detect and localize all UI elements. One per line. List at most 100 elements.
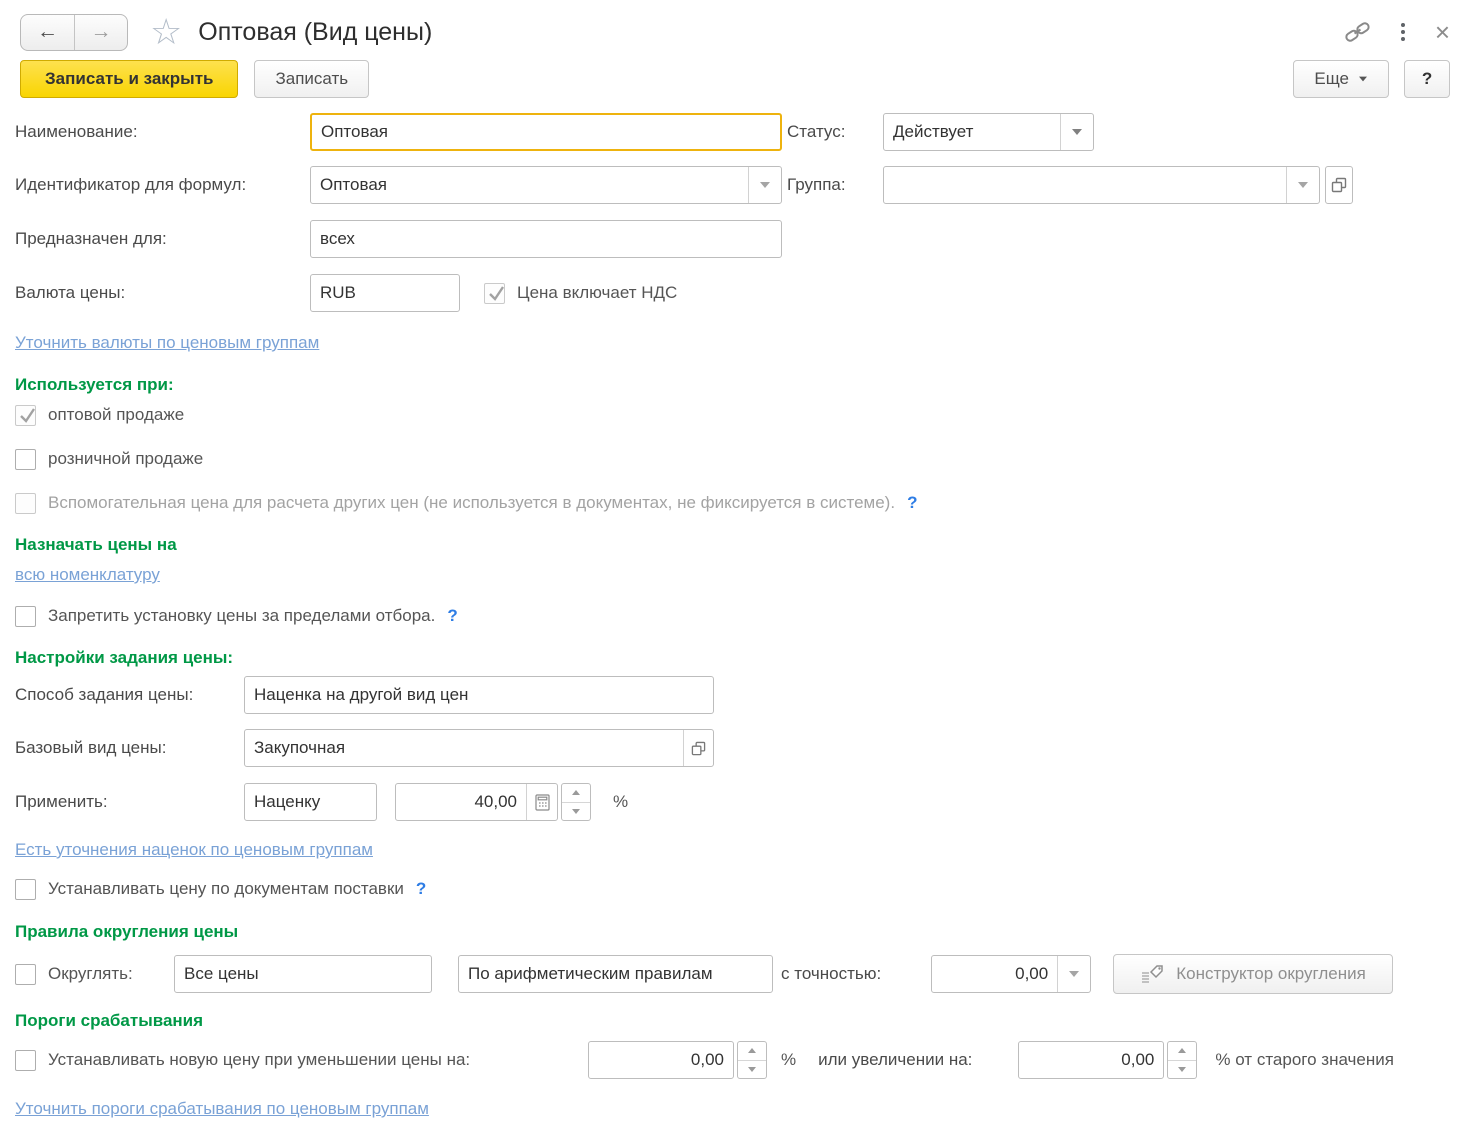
increase-unit: % от старого значения bbox=[1215, 1050, 1394, 1070]
forward-icon[interactable]: → bbox=[74, 15, 127, 50]
precision-input[interactable] bbox=[932, 956, 1057, 992]
clarify-thresholds-link[interactable]: Уточнить пороги срабатывания по ценовым … bbox=[15, 1099, 429, 1119]
stepper-down-icon[interactable] bbox=[738, 1061, 766, 1079]
method-label: Способ задания цены: bbox=[15, 685, 244, 705]
round-checkbox[interactable] bbox=[15, 964, 36, 985]
apply-input[interactable] bbox=[245, 784, 376, 820]
back-icon[interactable]: ← bbox=[21, 15, 74, 50]
close-icon[interactable]: × bbox=[1435, 19, 1450, 45]
status-input[interactable] bbox=[884, 114, 1060, 150]
usage-section-heading: Используется при: bbox=[15, 375, 1450, 395]
window-header: ← → ☆ Оптовая (Вид цены) × bbox=[0, 0, 1476, 52]
markup-stepper bbox=[561, 783, 591, 821]
identifier-input[interactable] bbox=[311, 167, 748, 203]
status-dropdown-icon[interactable] bbox=[1060, 114, 1093, 150]
thresholds-section-heading: Пороги срабатывания bbox=[15, 1011, 1450, 1031]
currency-field-wrap bbox=[310, 274, 460, 312]
method-input[interactable] bbox=[245, 677, 713, 713]
check-icon bbox=[486, 283, 507, 304]
base-price-input[interactable] bbox=[245, 730, 683, 766]
name-input[interactable] bbox=[312, 115, 780, 149]
auxiliary-price-label: Вспомогательная цена для расчета других … bbox=[48, 493, 895, 513]
precision-dropdown-icon[interactable] bbox=[1057, 956, 1090, 992]
identifier-label: Идентификатор для формул: bbox=[15, 175, 310, 195]
vat-included-label: Цена включает НДС bbox=[517, 283, 677, 303]
group-choose-button[interactable] bbox=[1325, 166, 1353, 204]
clarify-currencies-link[interactable]: Уточнить валюты по ценовым группам bbox=[15, 333, 319, 353]
save-and-close-button[interactable]: Записать и закрыть bbox=[20, 60, 238, 98]
page-title: Оптовая (Вид цены) bbox=[198, 18, 432, 47]
auxiliary-help-icon[interactable]: ? bbox=[907, 493, 917, 513]
decrease-input[interactable] bbox=[589, 1042, 733, 1078]
round-scope-field-wrap bbox=[174, 955, 432, 993]
base-price-choose-button[interactable] bbox=[683, 730, 713, 766]
chevron-down-icon bbox=[1359, 77, 1367, 82]
name-field-wrap bbox=[310, 113, 782, 151]
wholesale-checkbox bbox=[15, 405, 36, 426]
intended-for-field-wrap bbox=[310, 220, 782, 258]
assignment-section-heading: Назначать цены на bbox=[15, 535, 1450, 555]
round-rule-input[interactable] bbox=[459, 956, 772, 992]
round-rule-field-wrap bbox=[458, 955, 773, 993]
auxiliary-price-checkbox bbox=[15, 493, 36, 514]
currency-input[interactable] bbox=[311, 275, 459, 311]
choose-from-list-icon bbox=[691, 741, 706, 756]
stepper-up-icon[interactable] bbox=[738, 1042, 766, 1061]
decrease-unit: % bbox=[781, 1050, 796, 1070]
supply-docs-checkbox[interactable] bbox=[15, 879, 36, 900]
identifier-select bbox=[310, 166, 782, 204]
toolbar: Записать и закрыть Записать Еще ? bbox=[0, 52, 1476, 98]
stepper-up-icon[interactable] bbox=[1168, 1042, 1196, 1061]
precision-label: с точностью: bbox=[781, 964, 881, 984]
help-button[interactable]: ? bbox=[1404, 60, 1450, 98]
group-dropdown-icon[interactable] bbox=[1286, 167, 1319, 203]
status-label: Статус: bbox=[787, 122, 883, 142]
round-scope-input[interactable] bbox=[175, 956, 431, 992]
threshold-decrease-label: Устанавливать новую цену при уменьшении … bbox=[48, 1050, 588, 1070]
rounding-constructor-button[interactable]: Конструктор округления bbox=[1113, 954, 1393, 994]
stepper-up-icon[interactable] bbox=[562, 784, 590, 803]
apply-field-wrap bbox=[244, 783, 377, 821]
pricing-section-heading: Настройки задания цены: bbox=[15, 648, 1450, 668]
name-label: Наименование: bbox=[15, 122, 310, 142]
check-icon bbox=[17, 405, 38, 426]
increase-input[interactable] bbox=[1019, 1042, 1163, 1078]
stepper-down-icon[interactable] bbox=[562, 803, 590, 821]
wholesale-label: оптовой продаже bbox=[48, 405, 184, 425]
favorite-star-icon[interactable]: ☆ bbox=[150, 14, 182, 50]
markup-input[interactable] bbox=[396, 784, 526, 820]
identifier-dropdown-icon[interactable] bbox=[748, 167, 781, 203]
nav-button-group: ← → bbox=[20, 14, 128, 51]
calculator-button[interactable] bbox=[526, 784, 557, 820]
save-button[interactable]: Записать bbox=[254, 60, 369, 98]
markup-clarifications-link[interactable]: Есть уточнения наценок по ценовым группа… bbox=[15, 840, 373, 860]
stepper-down-icon[interactable] bbox=[1168, 1061, 1196, 1079]
base-price-label: Базовый вид цены: bbox=[15, 738, 244, 758]
method-field-wrap bbox=[244, 676, 714, 714]
retail-checkbox[interactable] bbox=[15, 449, 36, 470]
more-menu-icon[interactable] bbox=[1401, 23, 1405, 41]
all-nomenclature-link[interactable]: всю номенклатуру bbox=[15, 565, 160, 585]
threshold-checkbox[interactable] bbox=[15, 1050, 36, 1071]
more-button[interactable]: Еще bbox=[1293, 60, 1389, 98]
supply-help-icon[interactable]: ? bbox=[416, 879, 426, 899]
status-select bbox=[883, 113, 1094, 151]
price-type-form: Наименование: Статус: Идентификатор для … bbox=[0, 113, 1476, 1119]
restrict-price-label: Запретить установку цены за пределами от… bbox=[48, 606, 435, 626]
restrict-help-icon[interactable]: ? bbox=[447, 606, 457, 626]
supply-docs-label: Устанавливать цену по документам поставк… bbox=[48, 879, 404, 899]
get-link-icon[interactable] bbox=[1344, 20, 1371, 44]
markup-unit: % bbox=[613, 792, 628, 812]
restrict-price-checkbox[interactable] bbox=[15, 606, 36, 627]
group-input[interactable] bbox=[884, 167, 1286, 203]
retail-label: розничной продаже bbox=[48, 449, 203, 469]
group-label: Группа: bbox=[787, 175, 883, 195]
more-button-label: Еще bbox=[1314, 69, 1349, 89]
intended-for-input[interactable] bbox=[311, 221, 781, 257]
price-tag-icon bbox=[1140, 963, 1164, 986]
choose-from-list-icon bbox=[1331, 177, 1347, 193]
group-select bbox=[883, 166, 1320, 204]
precision-select bbox=[931, 955, 1091, 993]
decrease-stepper bbox=[737, 1041, 767, 1079]
decrease-field-wrap bbox=[588, 1041, 734, 1079]
